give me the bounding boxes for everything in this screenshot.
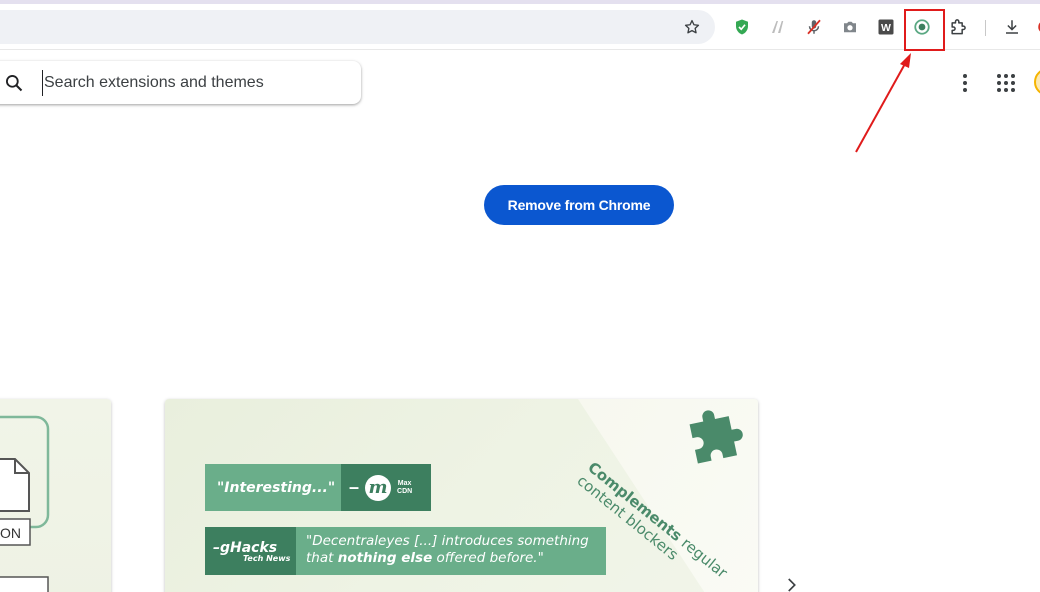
puzzle-logo-icon: [689, 410, 743, 464]
quote-maxcdn-text: "Interesting...": [205, 464, 341, 511]
screenshot-card-current[interactable]: Complements regular content blockers "In…: [165, 399, 758, 592]
search-input[interactable]: [42, 70, 342, 96]
bookmark-star-icon[interactable]: [681, 16, 703, 38]
remove-from-chrome-button[interactable]: Remove from Chrome: [484, 185, 674, 225]
quote-maxcdn: "Interesting..." – m Max CDN: [205, 464, 431, 511]
ghacks-sub: Tech News: [243, 553, 291, 563]
w-letter: W: [881, 22, 891, 34]
address-bar[interactable]: [0, 10, 715, 44]
puzzle-piece-icon[interactable]: [947, 16, 969, 38]
fork-icon[interactable]: [767, 16, 789, 38]
browser-toolbar: W: [0, 4, 1040, 50]
mic-off-icon[interactable]: [803, 16, 825, 38]
quote-ghacks-bold: nothing else: [337, 550, 433, 566]
profile-partial-icon[interactable]: [1034, 16, 1040, 38]
download-icon[interactable]: [1001, 16, 1023, 38]
toolbar-separator: [985, 20, 986, 36]
screenshot-card-previous[interactable]: ON: [0, 399, 111, 592]
card-left-label: ON: [0, 525, 21, 541]
quote-ghacks: –gHacks Tech News "Decentraleyes [...] i…: [205, 527, 606, 575]
quote-ghacks-part2: offered before.": [432, 550, 544, 566]
quote-ghacks-text: "Decentraleyes [...] introduces somethin…: [296, 527, 606, 575]
chevron-right-icon[interactable]: [780, 574, 802, 592]
search-icon: [4, 73, 24, 93]
maxcdn-brand: – m Max CDN: [341, 464, 431, 511]
ghacks-brand: –gHacks Tech News: [205, 527, 296, 575]
avatar[interactable]: [1034, 68, 1040, 96]
apps-grid-icon[interactable]: [996, 72, 1018, 94]
shield-check-icon[interactable]: [731, 16, 753, 38]
w-square-icon[interactable]: W: [875, 16, 897, 38]
more-vert-icon[interactable]: [953, 71, 977, 95]
maxcdn-logo-icon: m: [365, 474, 392, 501]
maxcdn-line1: Max: [397, 479, 412, 487]
camera-icon[interactable]: [839, 16, 861, 38]
maxcdn-line2: CDN: [397, 487, 413, 495]
highlight-box: [904, 9, 945, 51]
